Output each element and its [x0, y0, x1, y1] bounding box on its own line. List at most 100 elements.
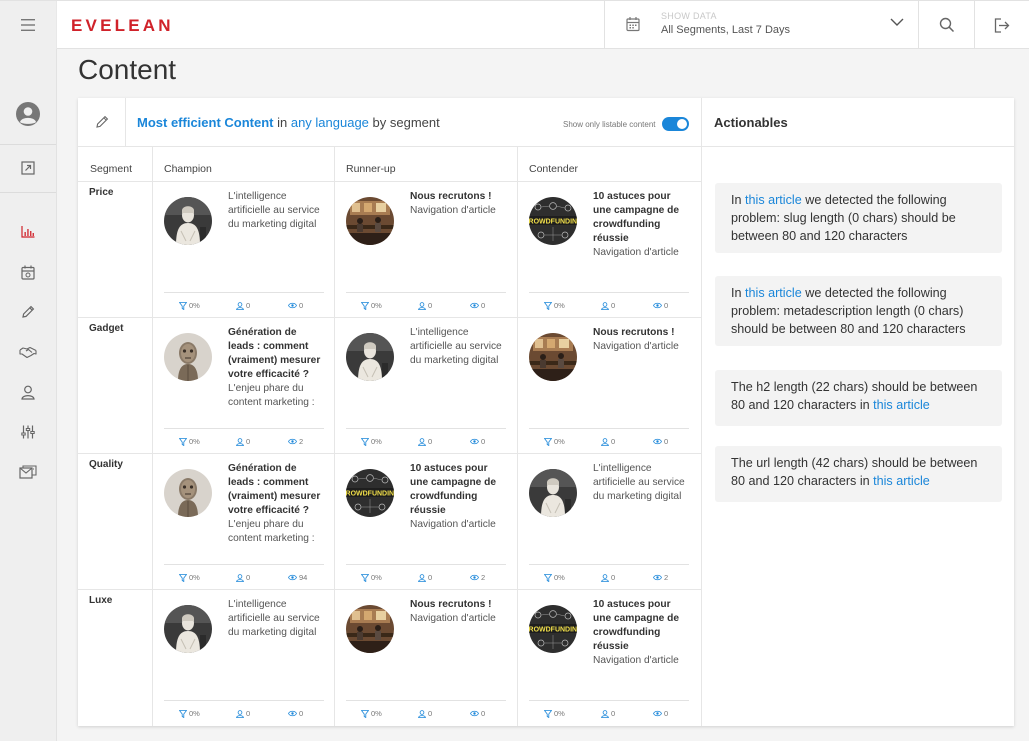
filter-stat: 0%: [544, 573, 565, 582]
views-stat: 0: [470, 709, 485, 718]
metric-selector[interactable]: Most efficient Content: [137, 115, 274, 130]
language-selector[interactable]: any language: [291, 115, 369, 130]
content-text: Nous recrutons ! Navigation d'article: [410, 190, 506, 286]
content-text: Nous recrutons ! Navigation d'article: [593, 326, 689, 422]
content-cell[interactable]: L'intelligence artificielle au service d…: [152, 589, 335, 725]
content-cell[interactable]: L'intelligence artificielle au service d…: [517, 453, 700, 589]
users-stat: 0: [236, 437, 250, 446]
content-title: 10 astuces pour une campagne de crowdfun…: [593, 191, 680, 244]
actionables-panel: Actionables In this article we detected …: [701, 98, 1015, 726]
sidebar-item-editor[interactable]: [0, 298, 56, 326]
views-value: 0: [664, 709, 669, 718]
filter-icon: [544, 709, 552, 718]
views-value: 0: [481, 709, 486, 718]
sidebar-item-external[interactable]: [0, 154, 56, 182]
actionables-separator: [702, 146, 1015, 147]
sidebar-item-partners[interactable]: [0, 338, 56, 366]
users-value: 0: [246, 573, 251, 582]
content-description: Navigation d'article: [410, 613, 496, 624]
segment-label: Luxe: [89, 595, 113, 606]
content-title: Nous recrutons !: [593, 327, 675, 338]
filter-icon: [179, 709, 187, 718]
sidebar-item-settings[interactable]: [0, 418, 56, 446]
users-value: 0: [428, 437, 433, 446]
user-icon: [21, 385, 35, 400]
content-thumbnail: [164, 605, 212, 653]
content-stats: 0% 0 0: [529, 428, 689, 453]
actionable-text: In: [731, 286, 746, 300]
sliders-icon: [21, 425, 35, 439]
eye-icon: [288, 438, 297, 445]
logout-icon: [994, 17, 1010, 33]
content-cell[interactable]: L'intelligence artificielle au service d…: [152, 181, 335, 317]
content-cell[interactable]: L'intelligence artificielle au service d…: [334, 317, 517, 453]
article-link[interactable]: this article: [745, 286, 802, 300]
column-header: Segment: [90, 163, 133, 175]
robot-image: [164, 333, 212, 381]
sidebar-item-messages[interactable]: [0, 458, 56, 486]
content-cell[interactable]: Nous recrutons ! Navigation d'article 0% 0 0: [334, 181, 517, 317]
logo[interactable]: EVELEAN: [71, 16, 174, 36]
filter-icon: [544, 437, 552, 446]
views-value: 0: [299, 709, 304, 718]
views-stat: 0: [288, 301, 303, 310]
content-cell[interactable]: Génération de leads : comment (vraiment)…: [152, 317, 335, 453]
user-icon: [236, 709, 244, 718]
listable-toggle[interactable]: [661, 117, 689, 131]
pencil-icon: [22, 305, 35, 318]
views-value: 0: [664, 301, 669, 310]
user-icon: [418, 437, 426, 446]
segment-label: Gadget: [89, 323, 124, 334]
filter-stat: 0%: [179, 301, 200, 310]
filter-stat: 0%: [361, 709, 382, 718]
eye-icon: [470, 302, 479, 309]
content-cell[interactable]: CROWDFUNDING 10 astuces pour une campagne…: [517, 181, 700, 317]
filter-stat: 0%: [179, 709, 200, 718]
article-link[interactable]: this article: [873, 398, 930, 412]
content-cell[interactable]: Nous recrutons ! Navigation d'article 0% 0 0: [517, 317, 700, 453]
article-link[interactable]: this article: [745, 193, 802, 207]
search-button[interactable]: [918, 1, 974, 49]
sidebar-avatar[interactable]: [0, 100, 56, 128]
users-value: 0: [428, 573, 433, 582]
content-stats: 0% 0 0: [529, 700, 689, 725]
sidebar-item-calendar[interactable]: [0, 258, 56, 286]
content-cell[interactable]: CROWDFUNDING 10 astuces pour une campagne…: [517, 589, 700, 725]
content-description: Navigation d'article: [593, 341, 679, 352]
sidebar-item-users[interactable]: [0, 378, 56, 406]
sidebar-item-analytics[interactable]: [0, 218, 56, 246]
views-stat: 0: [653, 437, 668, 446]
content-text: L'intelligence artificielle au service d…: [228, 598, 324, 694]
content-text: Génération de leads : comment (vraiment)…: [228, 326, 324, 422]
page-title: Content: [78, 54, 177, 85]
content-cell[interactable]: Génération de leads : comment (vraiment)…: [152, 453, 335, 589]
segment-label: Quality: [89, 459, 123, 470]
logout-button[interactable]: [974, 1, 1029, 49]
views-stat: 0: [470, 301, 485, 310]
content-title: 10 astuces pour une campagne de crowdfun…: [593, 599, 680, 652]
menu-button[interactable]: [0, 1, 57, 49]
users-value: 0: [246, 437, 251, 446]
content-cell[interactable]: CROWDFUNDING 10 astuces pour une campagne…: [334, 453, 517, 589]
content-cell[interactable]: Nous recrutons ! Navigation d'article 0% 0 0: [334, 589, 517, 725]
users-stat: 0: [236, 573, 250, 582]
content-title: Nous recrutons !: [410, 191, 492, 202]
edit-query-button[interactable]: [78, 98, 126, 146]
content-stats: 0% 0 0: [346, 700, 506, 725]
content-stats: 0% 0 94: [164, 564, 324, 589]
article-link[interactable]: this article: [873, 474, 930, 488]
user-icon: [601, 437, 609, 446]
chart-icon: [21, 226, 35, 238]
show-data-selector[interactable]: SHOW DATA All Segments, Last 7 Days: [604, 1, 918, 49]
content-description: L'enjeu phare du content marketing :: [228, 383, 315, 408]
content-stats: 0% 0 0: [346, 428, 506, 453]
statue-image: [529, 469, 577, 517]
content-stats: 0% 0 0: [346, 292, 506, 317]
user-icon: [601, 709, 609, 718]
sidebar-separator: [0, 144, 56, 145]
actionables-title: Actionables: [714, 115, 788, 130]
external-link-icon: [21, 161, 35, 175]
content-thumbnail: [164, 469, 212, 517]
filter-stat: 0%: [544, 301, 565, 310]
content-description: Navigation d'article: [593, 655, 679, 666]
